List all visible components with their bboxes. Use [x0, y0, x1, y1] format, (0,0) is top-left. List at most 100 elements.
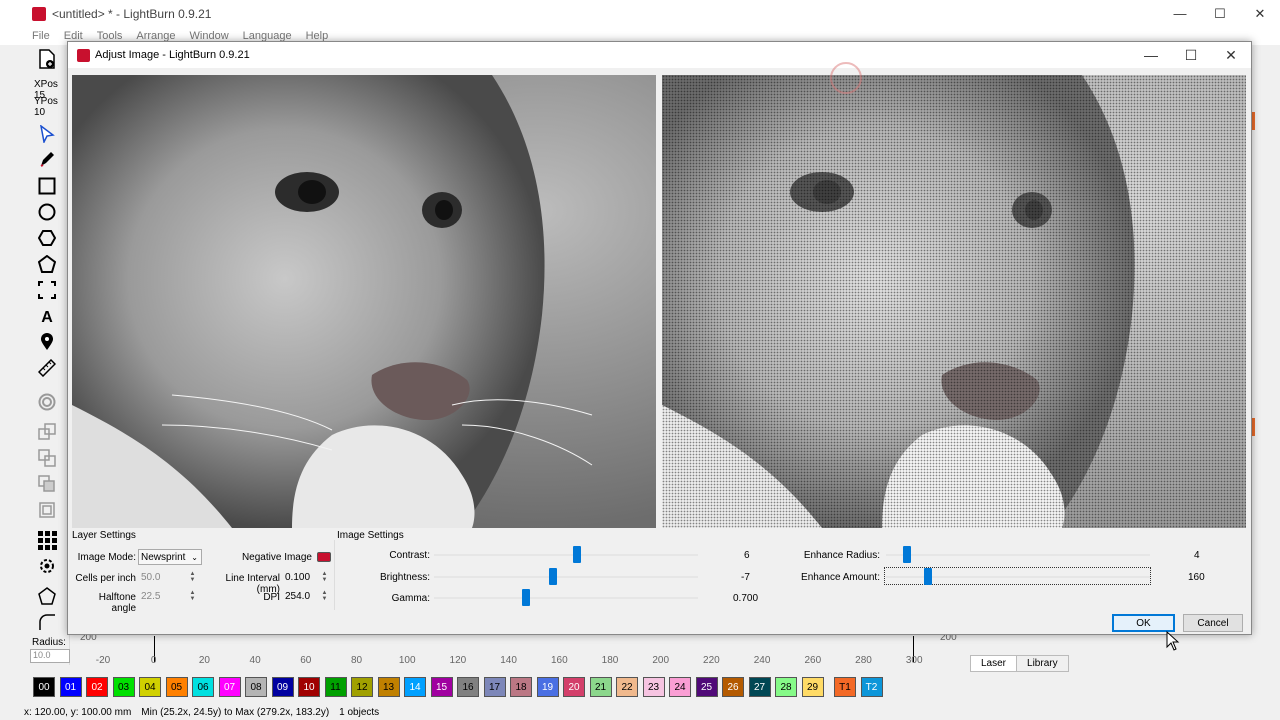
text-tool-icon[interactable]: A	[36, 305, 58, 327]
palette-swatch-01[interactable]: 01	[59, 677, 82, 697]
ruler-tick-label: 220	[703, 655, 720, 666]
ok-button[interactable]: OK	[1112, 614, 1175, 632]
ruler-tick-label: 0	[150, 655, 157, 666]
palette-swatch-00[interactable]: 00	[33, 677, 55, 697]
enhance-amount-slider-thumb[interactable]	[924, 568, 933, 585]
negative-image-toggle[interactable]	[317, 552, 331, 562]
ellipse-tool-icon[interactable]	[36, 201, 58, 223]
palette-swatch-24[interactable]: 24	[669, 677, 691, 697]
brightness-label: Brightness:	[379, 572, 430, 583]
rectangle-tool-icon[interactable]	[36, 175, 58, 197]
dialog-close-icon[interactable]: ✕	[1211, 42, 1251, 68]
tab-laser[interactable]: Laser	[970, 655, 1018, 672]
gamma-slider-track[interactable]	[434, 597, 698, 599]
cells-per-inch-input[interactable]: 50.0 ▲ ▼	[140, 570, 198, 585]
halftone-angle-input[interactable]: 22.5 ▲ ▼	[140, 589, 198, 604]
palette-swatch-15[interactable]: 15	[430, 677, 453, 697]
negative-image-label: Negative Image	[241, 552, 312, 563]
brightness-slider-thumb[interactable]	[548, 568, 557, 585]
palette-swatch-02[interactable]: 02	[86, 677, 108, 697]
color-palette: 00 01 02 03 04 05 06 07 08 09 10 11 12 13 14 15 16 17 18 19…	[33, 677, 887, 699]
palette-swatch-25[interactable]: 25	[695, 677, 718, 697]
palette-swatch-11[interactable]: 11	[324, 677, 347, 697]
dialog-maximize-icon[interactable]: ☐	[1171, 42, 1211, 68]
menu-file[interactable]: File	[32, 30, 50, 42]
pencil-tool-icon[interactable]	[36, 149, 58, 171]
palette-swatch-21[interactable]: 21	[589, 677, 612, 697]
new-file-icon[interactable]	[36, 48, 58, 70]
boolean-union-icon[interactable]	[36, 421, 58, 443]
palette-swatch-14[interactable]: 14	[404, 677, 426, 697]
frame-tool-icon[interactable]	[36, 279, 58, 301]
position-tool-icon[interactable]	[36, 331, 58, 353]
palette-swatch-12[interactable]: 12	[351, 677, 373, 697]
palette-swatch-27[interactable]: 27	[748, 677, 771, 697]
palette-swatch-18[interactable]: 18	[510, 677, 532, 697]
palette-swatch-t1[interactable]: T1	[834, 677, 856, 697]
spinner-arrows-icon[interactable]: ▲ ▼	[188, 571, 197, 584]
palette-swatch-04[interactable]: 04	[139, 677, 161, 697]
enhance-radius-slider-thumb[interactable]	[903, 546, 912, 563]
ruler-tick-label: 240	[753, 655, 771, 666]
palette-swatch-13[interactable]: 13	[377, 677, 400, 697]
contrast-slider-track[interactable]	[434, 554, 698, 556]
line-interval-input[interactable]: 0.100 ▲ ▼	[284, 570, 330, 585]
grid-array-icon[interactable]	[36, 529, 58, 551]
dpi-input[interactable]: 254.0 ▲ ▼	[284, 589, 330, 604]
palette-swatch-20[interactable]: 20	[563, 677, 585, 697]
spinner-arrows-icon[interactable]: ▲ ▼	[188, 590, 197, 603]
statusbar: x: 120.00, y: 100.00 mm Min (25.2x, 24.5…	[0, 704, 1280, 720]
measure-tool-icon[interactable]	[36, 357, 58, 379]
node-edit-icon[interactable]	[36, 585, 58, 607]
palette-swatch-09[interactable]: 09	[271, 677, 294, 697]
maximize-icon[interactable]: ☐	[1200, 0, 1240, 27]
corner-radius-icon[interactable]	[36, 611, 58, 633]
contrast-label: Contrast:	[389, 550, 430, 561]
select-tool-icon[interactable]	[36, 123, 58, 145]
offset-tool-icon[interactable]	[36, 391, 58, 413]
cancel-button[interactable]: Cancel	[1183, 614, 1243, 632]
enhance-radius-slider-track[interactable]	[886, 554, 1150, 556]
enhance-radius-value: 4	[1194, 550, 1200, 561]
close-icon[interactable]: ✕	[1240, 0, 1280, 27]
ruler-tick-label: 60	[300, 655, 312, 666]
palette-swatch-22[interactable]: 22	[616, 677, 638, 697]
minimize-icon[interactable]: —	[1160, 0, 1200, 27]
dialog-minimize-icon[interactable]: —	[1131, 42, 1171, 68]
palette-swatch-26[interactable]: 26	[722, 677, 744, 697]
boolean-subtract-icon[interactable]	[36, 447, 58, 469]
brightness-slider-track[interactable]	[434, 576, 698, 578]
palette-swatch-19[interactable]: 19	[536, 677, 559, 697]
image-mode-select[interactable]: Newsprint ⌄	[138, 549, 202, 565]
gamma-slider-thumb[interactable]	[522, 589, 531, 606]
contrast-slider-thumb[interactable]	[572, 546, 581, 563]
ruler-tick-label: 140	[500, 655, 517, 666]
palette-swatch-03[interactable]: 03	[112, 677, 135, 697]
palette-swatch-28[interactable]: 28	[775, 677, 797, 697]
tab-library[interactable]: Library	[1017, 655, 1069, 672]
palette-swatch-06[interactable]: 06	[192, 677, 214, 697]
spinner-arrows-icon[interactable]: ▲ ▼	[320, 590, 329, 603]
palette-swatch-t2[interactable]: T2	[860, 677, 883, 697]
pentagon-tool-icon[interactable]	[36, 253, 58, 275]
boolean-intersect-icon[interactable]	[36, 473, 58, 495]
main-window-title: <untitled> * - LightBurn 0.9.21	[52, 6, 212, 21]
palette-swatch-17[interactable]: 17	[483, 677, 506, 697]
weld-icon[interactable]	[36, 499, 58, 521]
radius-input[interactable]: 10.0	[30, 649, 70, 663]
polygon-tool-icon[interactable]	[36, 227, 58, 249]
palette-swatch-29[interactable]: 29	[801, 677, 824, 697]
circular-array-icon[interactable]	[36, 555, 58, 577]
spinner-arrows-icon[interactable]: ▲ ▼	[320, 571, 329, 584]
palette-swatch-10[interactable]: 10	[298, 677, 320, 697]
group-divider	[334, 540, 335, 610]
palette-swatch-08[interactable]: 08	[245, 677, 267, 697]
horizontal-ruler: -20 0 20 40 60 80 100 120 140 160 180 200 220 240 260 2…	[72, 652, 972, 670]
radius-label: Radius:	[32, 637, 66, 648]
palette-swatch-07[interactable]: 07	[218, 677, 241, 697]
layer-settings-title: Layer Settings	[72, 530, 136, 541]
palette-swatch-23[interactable]: 23	[642, 677, 665, 697]
palette-swatch-16[interactable]: 16	[457, 677, 479, 697]
lightburn-logo-icon	[32, 6, 46, 21]
palette-swatch-05[interactable]: 05	[165, 677, 188, 697]
